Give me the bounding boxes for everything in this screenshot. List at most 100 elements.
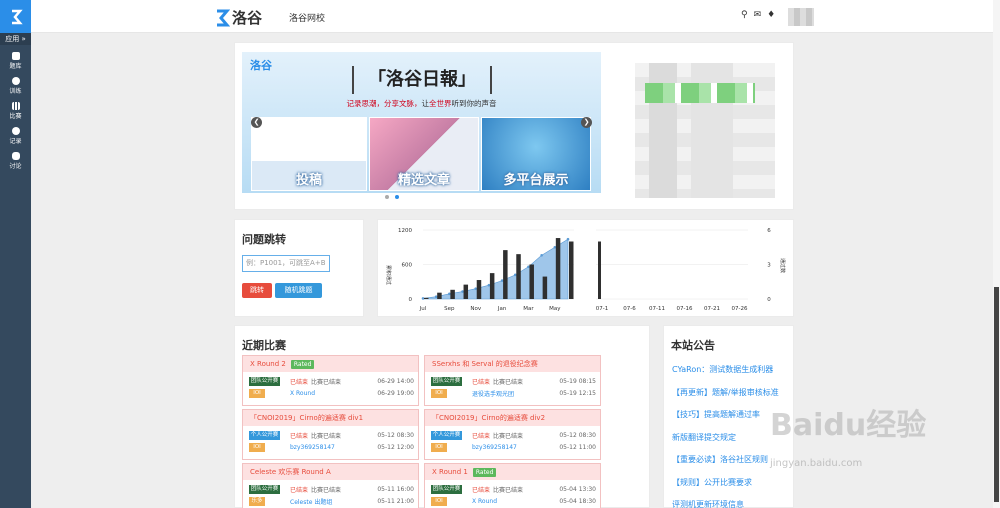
monthly-bar: [503, 250, 508, 299]
luogu-logo-icon[interactable]: [0, 0, 31, 33]
cumulative-point: [434, 295, 438, 298]
brand-logo[interactable]: 洛谷: [214, 7, 262, 28]
monthly-bar: [569, 241, 574, 299]
contest-item[interactable]: 「CNOI2019」Cirno的遍适赛 div2 个人公开赛 已结束 比赛已结束 05-…: [424, 409, 601, 460]
contest-item[interactable]: X Round 1 Rated 团队公开赛 已结束 比赛已结束 05-04 13:30 IO…: [424, 463, 601, 508]
contest-host[interactable]: bzy369258147: [472, 444, 517, 451]
sidebar-item-problems[interactable]: 题库: [0, 48, 31, 73]
daily-carousel[interactable]: 洛谷 「洛谷日報」 记录思潮，分享文脉，让全世界听到你的声音 投稿 精选文章 多…: [242, 52, 601, 193]
cumulative-point: [421, 297, 425, 300]
contest-end-time: 05-12 12:00: [377, 443, 414, 451]
y2-tick-label: 0: [767, 297, 771, 303]
sidebar-item-label: 比赛: [9, 112, 22, 120]
x-tick-label: Sep: [444, 306, 455, 312]
x2-tick-label: 07-6: [623, 306, 636, 312]
monthly-bar: [489, 273, 495, 299]
top-header: 洛谷 洛谷网校 ⚲ ✉ ♦: [31, 0, 1000, 33]
announcement-link[interactable]: 【再更新】题解/举报审核标准: [672, 387, 779, 398]
contest-name[interactable]: 「CNOI2019」Cirno的遍适赛 div1: [250, 410, 363, 426]
contest-item[interactable]: X Round 2 Rated 团队公开赛 已结束 比赛已结束 06-29 14:00 IO…: [242, 355, 419, 406]
contest-host[interactable]: X Round: [290, 390, 315, 397]
sidebar-item-training[interactable]: 训练: [0, 73, 31, 98]
x-tick-label: Jan: [497, 306, 507, 312]
monthly-bar: [529, 264, 534, 299]
thumb-caption: 精选文章: [397, 173, 450, 188]
contest-rule-badge: IOI: [249, 388, 265, 398]
monthly-bar: [476, 280, 482, 299]
contest-name[interactable]: 「CNOI2019」Cirno的遍适赛 div2: [432, 410, 545, 426]
carousel-prev-button[interactable]: ❮: [251, 117, 262, 128]
cumulative-point: [566, 237, 570, 241]
contest-name[interactable]: X Round 2: [250, 356, 286, 372]
watermark-url: jingyan.baidu.com: [770, 458, 863, 469]
monthly-bar: [516, 254, 521, 299]
cumulative-point: [500, 279, 504, 282]
apps-toggle[interactable]: 应用 »: [0, 33, 31, 45]
contest-status-detail: 比赛已结束: [311, 486, 342, 494]
sidebar-item-contest[interactable]: 比赛: [0, 98, 31, 123]
carousel-thumb-submit[interactable]: 投稿: [251, 117, 367, 191]
contest-status-detail: 比赛已结束: [311, 432, 342, 440]
cumulative-point: [474, 287, 478, 290]
monthly-bar: [463, 284, 469, 299]
contest-header: SSerxhs 和 Serval 的退役纪念赛: [425, 356, 600, 372]
nav-link-school[interactable]: 洛谷网校: [289, 11, 325, 24]
avatar[interactable]: [788, 8, 814, 26]
contest-status: 已结束: [472, 378, 491, 386]
contest-item[interactable]: Celeste 欢乐赛 Round A 团队公开赛 已结束 比赛已结束 05-11 16…: [242, 463, 419, 508]
search-icon[interactable]: ⚲: [741, 10, 748, 20]
cumulative-point: [461, 290, 464, 293]
problem-id-input[interactable]: 例：P1001，可跳至A+B: [242, 255, 330, 272]
sidebar-item-discuss[interactable]: 讨论: [0, 148, 31, 173]
announcement-link[interactable]: 【技巧】提高题解通过率: [672, 409, 760, 420]
contest-name[interactable]: Celeste 欢乐赛 Round A: [250, 464, 331, 480]
contest-status: 已结束: [472, 432, 491, 440]
thumb-caption: 投稿: [295, 173, 322, 188]
banner-card: 洛谷 「洛谷日報」 记录思潮，分享文脉，让全世界听到你的声音 投稿 精选文章 多…: [234, 42, 794, 210]
contest-start-time: 05-11 16:00: [377, 485, 414, 493]
contest-name[interactable]: X Round 1: [432, 464, 468, 480]
contest-row-host: 乐多赛 Celeste 出题组 05-11 21:00: [249, 496, 414, 508]
announcement-link[interactable]: 【重要必读】洛谷社区规则: [672, 454, 768, 465]
sidebar-item-label: 训练: [9, 87, 22, 95]
bell-icon[interactable]: ♦: [767, 10, 775, 20]
scrollbar-thumb[interactable]: [994, 287, 999, 502]
carousel-thumb-platforms[interactable]: 多平台展示: [481, 117, 591, 191]
watermark: Baidu经验: [770, 408, 927, 443]
contest-end-time: 05-11 21:00: [377, 497, 414, 505]
banner-title: 「洛谷日報」: [352, 66, 492, 94]
cumulative-point: [487, 283, 491, 287]
announcement-link[interactable]: 新版翻译提交规定: [672, 432, 736, 443]
jump-button[interactable]: 跳转: [242, 283, 272, 298]
contest-end-time: 05-12 11:00: [559, 443, 596, 451]
x-tick-label: Jul: [419, 306, 427, 312]
contest-row-host: IOI 退役选手观光团 05-19 12:15: [431, 388, 596, 398]
announcement-link[interactable]: CYaRon：测试数据生成利器: [672, 364, 773, 375]
contest-item[interactable]: SSerxhs 和 Serval 的退役纪念赛团队公开赛 已结束 比赛已结束 05-1…: [424, 355, 601, 406]
carousel-dot[interactable]: [385, 195, 389, 199]
luogu-mark-icon: [217, 9, 230, 26]
contest-header: 「CNOI2019」Cirno的遍适赛 div2: [425, 410, 600, 426]
announcement-link[interactable]: 评测机更新环境信息: [672, 499, 744, 508]
random-problem-button[interactable]: 随机跳题: [275, 283, 322, 298]
carousel-dot[interactable]: [395, 195, 399, 199]
carousel-next-button[interactable]: ❯: [581, 117, 592, 128]
contest-item[interactable]: 「CNOI2019」Cirno的遍适赛 div1 个人公开赛 已结束 比赛已结束 05-…: [242, 409, 419, 460]
sidebar-item-records[interactable]: 记录: [0, 123, 31, 148]
contest-host[interactable]: 退役选手观光团: [472, 389, 514, 398]
contest-row-status: 团队公开赛 已结束 比赛已结束 05-19 08:15: [431, 376, 596, 386]
contest-row-host: IOI bzy369258147 05-12 11:00: [431, 442, 596, 452]
announcement-link[interactable]: 【规则】公开比赛要求: [672, 477, 752, 488]
monthly-bar: [437, 292, 442, 299]
contest-host[interactable]: bzy369258147: [290, 444, 335, 451]
carousel-thumb-featured[interactable]: 精选文章: [369, 117, 479, 191]
recent-contests-card: 近期比赛 X Round 2 Rated 团队公开赛 已结束 比赛已结束 06-29 14…: [234, 325, 650, 508]
contest-end-time: 05-19 12:15: [559, 389, 596, 397]
contest-start-time: 05-12 08:30: [559, 431, 596, 439]
contest-row-host: IOI X Round 05-04 18:30: [431, 496, 596, 506]
contest-host[interactable]: X Round: [472, 498, 497, 505]
blurred-badge: [645, 83, 755, 103]
contest-host[interactable]: Celeste 出题组: [290, 497, 332, 506]
mail-icon[interactable]: ✉: [754, 10, 762, 20]
contest-name[interactable]: SSerxhs 和 Serval 的退役纪念赛: [432, 356, 538, 372]
